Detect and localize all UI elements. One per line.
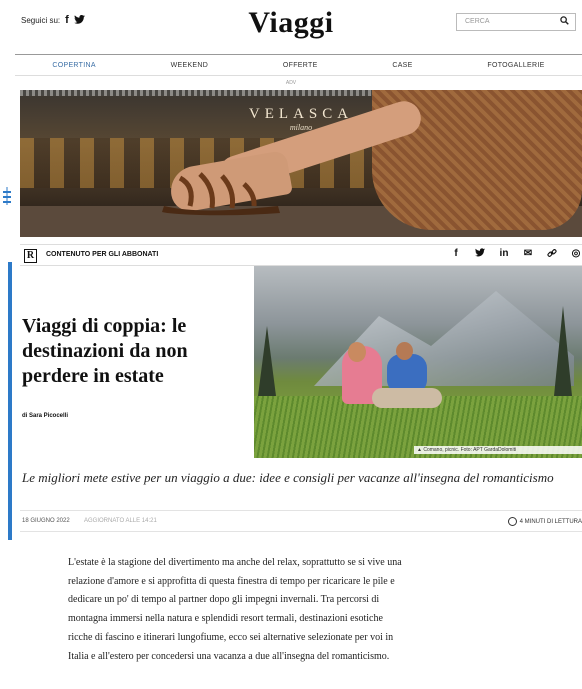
twitter-share-icon[interactable] — [474, 248, 486, 261]
nav-item-offerte[interactable]: OFFERTE — [283, 62, 318, 69]
photo-woman-head — [348, 342, 366, 362]
adv-label: ADV — [285, 80, 297, 86]
article-title: Viaggi di coppia: le destinazioni da non… — [22, 315, 188, 387]
subscriber-bar: R CONTENUTO PER GLI ABBONATI f in ✉ ◎ — [20, 244, 582, 266]
linkedin-share-icon[interactable]: in — [498, 248, 510, 261]
sandal-illustration — [162, 172, 280, 216]
article-date: 18 GIUGNO 2022 — [22, 518, 70, 524]
side-tab-icon[interactable] — [0, 186, 14, 206]
article-meta: 18 GIUGNO 2022 AGGIORNATO ALLE 14:21 4 M… — [20, 510, 582, 532]
repubblica-badge: R — [24, 249, 37, 263]
article-accent-bar — [8, 262, 12, 540]
facebook-share-icon[interactable]: f — [450, 248, 462, 261]
photo-legs — [372, 388, 442, 408]
article-hero-photo[interactable]: ▲ Comano, picnic. Foto: APT GardaDolomit… — [254, 266, 582, 458]
article-author[interactable]: di Sara Picocelli — [22, 413, 68, 419]
nav-item-copertina[interactable]: COPERTINA — [52, 62, 95, 69]
subscriber-label[interactable]: CONTENUTO PER GLI ABBONATI — [46, 251, 158, 258]
article-body: L'estate è la stagione del divertimento … — [68, 557, 402, 662]
whatsapp-share-icon[interactable]: ◎ — [570, 248, 582, 261]
photo-man-head — [396, 342, 413, 360]
photo-tree — [258, 326, 276, 396]
ad-brand-name: VELASCA — [248, 106, 354, 122]
search-input[interactable]: CERCA — [456, 13, 576, 31]
photo-caption: ▲ Comano, picnic. Foto: APT GardaDolomit… — [414, 446, 582, 454]
article-updated: AGGIORNATO ALLE 14:21 — [84, 518, 157, 524]
share-toolbar: f in ✉ ◎ — [450, 248, 582, 261]
clock-icon — [507, 517, 517, 526]
nav-item-fotogallerie[interactable]: FOTOGALLERIE — [487, 62, 544, 69]
email-share-icon[interactable]: ✉ — [522, 248, 534, 261]
link-share-icon[interactable] — [546, 248, 558, 261]
read-time: 4 MINUTI DI LETTURA — [507, 517, 582, 526]
ad-banner[interactable]: VELASCA milano — [20, 90, 582, 237]
ad-brand-subtitle: milano — [289, 123, 313, 132]
main-nav: COPERTINA WEEKEND OFFERTE CASE FOTOGALLE… — [15, 54, 582, 76]
nav-item-weekend[interactable]: WEEKEND — [171, 62, 209, 69]
read-time-label: 4 MINUTI DI LETTURA — [519, 518, 582, 525]
search-icon[interactable] — [560, 16, 569, 28]
nav-item-case[interactable]: CASE — [392, 62, 412, 69]
article-subtitle: Le migliori mete estive per un viaggio a… — [22, 470, 554, 485]
search-placeholder: CERCA — [465, 18, 490, 25]
